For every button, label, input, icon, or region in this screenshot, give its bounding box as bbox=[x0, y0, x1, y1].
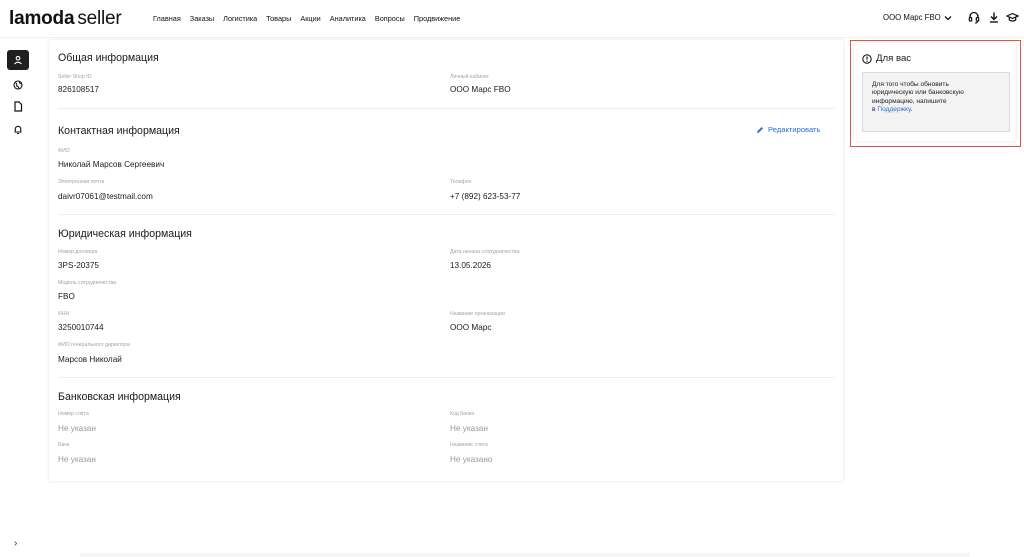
model-label: Модель сотрудничества bbox=[58, 280, 117, 286]
profile-card: Общая информация Seller Shop ID 82610851… bbox=[49, 40, 843, 481]
document-icon bbox=[14, 100, 23, 112]
globe-icon bbox=[13, 80, 23, 90]
account-name-label: Название счета bbox=[450, 442, 488, 448]
contract-value: 3PS-20375 bbox=[58, 261, 99, 270]
nav-item-advertising[interactable]: Продвижение bbox=[414, 14, 461, 23]
cabinet-value: ООО Марс FBO bbox=[450, 85, 511, 94]
main-nav: Главная Заказы Логистика Товары Акции Ан… bbox=[153, 14, 460, 23]
account-name: ООО Марс FBO bbox=[883, 13, 941, 22]
user-icon bbox=[14, 55, 22, 65]
section-title-bank: Банковская информация bbox=[58, 391, 181, 403]
bank-code-label: Код банка bbox=[450, 411, 475, 417]
divider bbox=[58, 377, 834, 378]
download-icon[interactable] bbox=[988, 11, 1000, 24]
phone-label: Телефон bbox=[450, 179, 472, 185]
top-header: lamoda seller Главная Заказы Логистика То… bbox=[0, 0, 1024, 38]
model-value: FBO bbox=[58, 292, 75, 301]
sidebar-item-notifications[interactable] bbox=[7, 119, 29, 139]
bank-value: Не указан bbox=[58, 455, 96, 464]
account-switcher[interactable]: ООО Марс FBO bbox=[883, 13, 952, 22]
bottom-scroll-shadow bbox=[80, 553, 970, 557]
edit-button[interactable]: Редактировать bbox=[756, 125, 820, 134]
inn-label: ИНН bbox=[58, 311, 70, 317]
nav-item-orders[interactable]: Заказы bbox=[190, 14, 214, 23]
notice-suffix: . bbox=[910, 105, 913, 113]
logo-suffix: seller bbox=[77, 8, 122, 29]
notice-line: юридическую или банковскую bbox=[872, 89, 964, 97]
support-notice: Для того чтобы обновить юридическую или … bbox=[862, 72, 1010, 132]
divider bbox=[58, 214, 834, 215]
support-link[interactable]: Поддержку bbox=[877, 106, 910, 113]
notice-line: информацию, напишите bbox=[872, 97, 947, 105]
sidebar-item-documents[interactable] bbox=[7, 96, 29, 116]
pencil-icon bbox=[757, 126, 763, 133]
bank-code-value: Не указан bbox=[450, 424, 488, 433]
ceo-value: Марсов Николай bbox=[58, 355, 122, 364]
nav-item-home[interactable]: Главная bbox=[153, 14, 181, 23]
account-number-value: Не указан bbox=[58, 424, 96, 433]
fio-value: Николай Марсов Сергеевич bbox=[58, 160, 165, 169]
logo-brand: lamoda bbox=[9, 8, 75, 29]
start-date-value: 13.05.2026 bbox=[450, 261, 491, 270]
start-date-label: Дата начала сотрудничества bbox=[450, 249, 520, 255]
section-title-general: Общая информация bbox=[58, 52, 159, 64]
edit-button-label: Редактировать bbox=[768, 125, 821, 134]
org-label: Название организации bbox=[450, 311, 505, 317]
email-value: daivr07061@testmail.com bbox=[58, 192, 153, 201]
notice-line: в Поддержку. bbox=[872, 106, 1000, 114]
sidebar: › bbox=[0, 39, 38, 557]
divider bbox=[58, 108, 834, 109]
sidebar-item-profile[interactable] bbox=[7, 50, 29, 70]
bell-icon bbox=[14, 125, 22, 134]
lamoda-seller-logo[interactable]: lamoda seller bbox=[9, 9, 122, 29]
ceo-label: ФИО генерального директора bbox=[58, 342, 130, 348]
cabinet-label: Личный кабинет bbox=[450, 74, 490, 80]
inn-value: 3250010744 bbox=[58, 323, 104, 332]
sidebar-item-global[interactable] bbox=[7, 75, 29, 95]
bank-label: Банк bbox=[58, 442, 70, 448]
account-number-label: Номер счёта bbox=[58, 411, 89, 417]
nav-item-questions[interactable]: Вопросы bbox=[375, 14, 405, 23]
nav-item-products[interactable]: Товары bbox=[266, 14, 291, 23]
info-alert-icon bbox=[862, 53, 872, 64]
email-label: Электронная почта bbox=[58, 179, 105, 185]
chevron-down-icon bbox=[944, 15, 952, 20]
for-you-card: Для вас Для того чтобы обновить юридичес… bbox=[854, 43, 1016, 141]
for-you-panel: Для вас Для того чтобы обновить юридичес… bbox=[850, 40, 1021, 147]
shop-id-value: 826108517 bbox=[58, 85, 99, 94]
nav-item-analytics[interactable]: Аналитика bbox=[330, 14, 366, 23]
headset-icon[interactable] bbox=[968, 11, 980, 24]
contract-label: Номер договора bbox=[58, 249, 98, 255]
for-you-title-text: Для вас bbox=[876, 53, 912, 64]
section-title-contact: Контактная информация bbox=[58, 125, 180, 137]
fio-label: ФИО bbox=[58, 148, 70, 154]
account-name-value: Не указано bbox=[450, 455, 493, 464]
phone-value: +7 (892) 623-53-77 bbox=[450, 192, 521, 201]
section-title-legal: Юридическая информация bbox=[58, 228, 192, 240]
nav-item-promotions[interactable]: Акции bbox=[300, 14, 320, 23]
nav-item-logistics[interactable]: Логистика bbox=[223, 14, 257, 23]
graduation-cap-icon[interactable] bbox=[1006, 11, 1019, 24]
shop-id-label: Seller Shop ID bbox=[58, 74, 92, 80]
for-you-title: Для вас bbox=[862, 53, 911, 64]
org-value: ООО Марс bbox=[450, 323, 492, 332]
sidebar-expand-icon[interactable]: › bbox=[14, 538, 17, 549]
